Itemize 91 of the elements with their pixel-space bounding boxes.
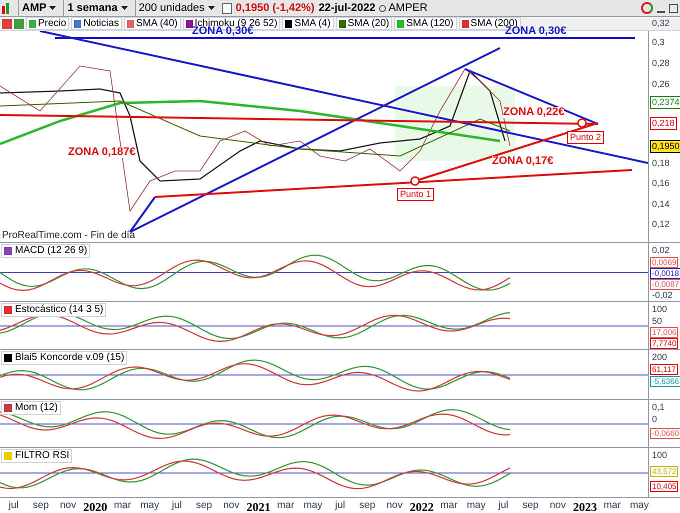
point-label: Punto 2	[567, 131, 604, 144]
legend-label: SMA (40)	[136, 18, 178, 29]
axis-label: 2022	[408, 499, 435, 513]
value-badge: -5,6366	[650, 376, 680, 387]
period-dropdown[interactable]: 1 semana	[63, 0, 131, 16]
axis-label: mar	[602, 499, 622, 513]
legend-label: SMA (4)	[294, 18, 331, 29]
value-badge: 17,006	[650, 327, 678, 338]
indicator-name: Estocástico (14 3 5)	[15, 304, 104, 316]
legend-item[interactable]: SMA (4)	[282, 17, 334, 30]
axis-label: mar	[276, 499, 296, 513]
legend-item[interactable]: SMA (120)	[394, 17, 457, 30]
date-label: 22-jul-2022	[318, 0, 376, 16]
value-badge: 10,405	[650, 481, 678, 492]
axis-label: sep	[358, 499, 376, 513]
axis-tick: 0,12	[652, 218, 670, 231]
axis-label: 2023	[572, 499, 598, 513]
axis-label: jul	[7, 499, 20, 513]
indicator-name: Mom (12)	[15, 402, 58, 414]
axis-tick: 0	[652, 414, 658, 424]
point-marker	[577, 118, 587, 128]
axis-tick: 0,1	[652, 402, 665, 412]
axis-tick: 0,16	[652, 177, 670, 190]
axis-label: sep	[521, 499, 540, 513]
value-badge: 0,0069	[650, 257, 678, 268]
axis-label: jul	[170, 499, 183, 513]
legend-label: SMA (120)	[406, 18, 454, 29]
add-icon[interactable]	[14, 18, 24, 28]
ticker-dropdown[interactable]: AMP	[18, 0, 60, 16]
value-badge: 43,572	[650, 466, 678, 477]
axis-label: 2020	[82, 499, 108, 513]
value-badge: 7,7740	[650, 338, 678, 349]
axis-tick: 200	[652, 352, 668, 362]
axis-label: nov	[548, 499, 567, 513]
legend-item[interactable]: SMA (20)	[336, 17, 392, 30]
axis-tick: 0,3	[652, 36, 665, 49]
axis-label: jul	[497, 499, 510, 513]
axis-label: jul	[334, 499, 346, 513]
axis-label: sep	[194, 499, 214, 513]
legend-item[interactable]: Noticias	[71, 17, 122, 30]
point-marker	[410, 176, 420, 186]
value-badge: -0,0018	[650, 268, 680, 279]
units-dropdown[interactable]: 200 unidades	[134, 0, 218, 16]
source-label: ProRealTime.com - Fin de día	[2, 229, 136, 243]
axis-tick: 0,26	[652, 78, 670, 91]
axis-label: sep	[32, 499, 50, 513]
axis-tick: 0,02	[652, 245, 670, 255]
caret-icon	[49, 6, 56, 10]
axis-label: nov	[222, 499, 240, 513]
axis-label: mar	[112, 499, 132, 513]
axis-label: mar	[439, 499, 459, 513]
indicator-name: Blai5 Koncorde v.09 (15)	[15, 352, 124, 364]
value-badge: 0,1950	[650, 140, 680, 153]
value-badge: 0,2374	[650, 96, 680, 109]
refresh-icon[interactable]	[641, 2, 653, 14]
axis-tick: 0,28	[652, 57, 670, 70]
axis-tick: 0,32	[652, 17, 670, 30]
axis-tick: 100	[652, 450, 668, 460]
legend-item[interactable]: Precio	[26, 17, 70, 30]
axis-tick: 50	[652, 316, 662, 326]
maximize-icon[interactable]	[669, 4, 678, 12]
instrument-name: AMPER	[379, 0, 428, 16]
caret-icon	[120, 6, 128, 10]
zone-label: ZONA 0,22€	[503, 107, 564, 118]
axis-label: may	[302, 499, 324, 513]
axis-label: nov	[58, 499, 78, 513]
axis-label: may	[628, 499, 650, 513]
indicator-name: FILTRO RSI	[15, 450, 70, 462]
value-badge: 61,117	[650, 364, 678, 375]
legend-label: SMA (20)	[348, 18, 390, 29]
price-change: 0,1950 (-1,42%)	[236, 0, 315, 16]
remove-icon[interactable]	[2, 18, 12, 28]
axis-label: may	[466, 499, 487, 513]
axis-tick: 0,18	[652, 157, 670, 170]
legend-label: Precio	[38, 18, 66, 29]
caret-icon	[208, 6, 215, 10]
legend-item[interactable]: SMA (40)	[124, 17, 181, 30]
value-badge: -0,0087	[650, 279, 680, 290]
legend-label: Noticias	[83, 18, 119, 29]
zone-label: ZONA 0,187€	[68, 147, 136, 158]
axis-label: 2021	[245, 499, 272, 513]
axis-tick: 0,14	[652, 198, 670, 211]
axis-tick: -0,02	[652, 290, 673, 300]
axis-label: may	[139, 499, 160, 513]
indicator-name: MACD (12 26 9)	[15, 245, 88, 257]
axis-tick: 100	[652, 304, 668, 314]
value-badge: -0,0660	[650, 428, 680, 439]
value-badge: 0,218	[650, 117, 677, 130]
zone-label: ZONA 0,17€	[492, 156, 554, 167]
axis-label: nov	[385, 499, 404, 513]
point-label: Punto 1	[397, 188, 434, 201]
